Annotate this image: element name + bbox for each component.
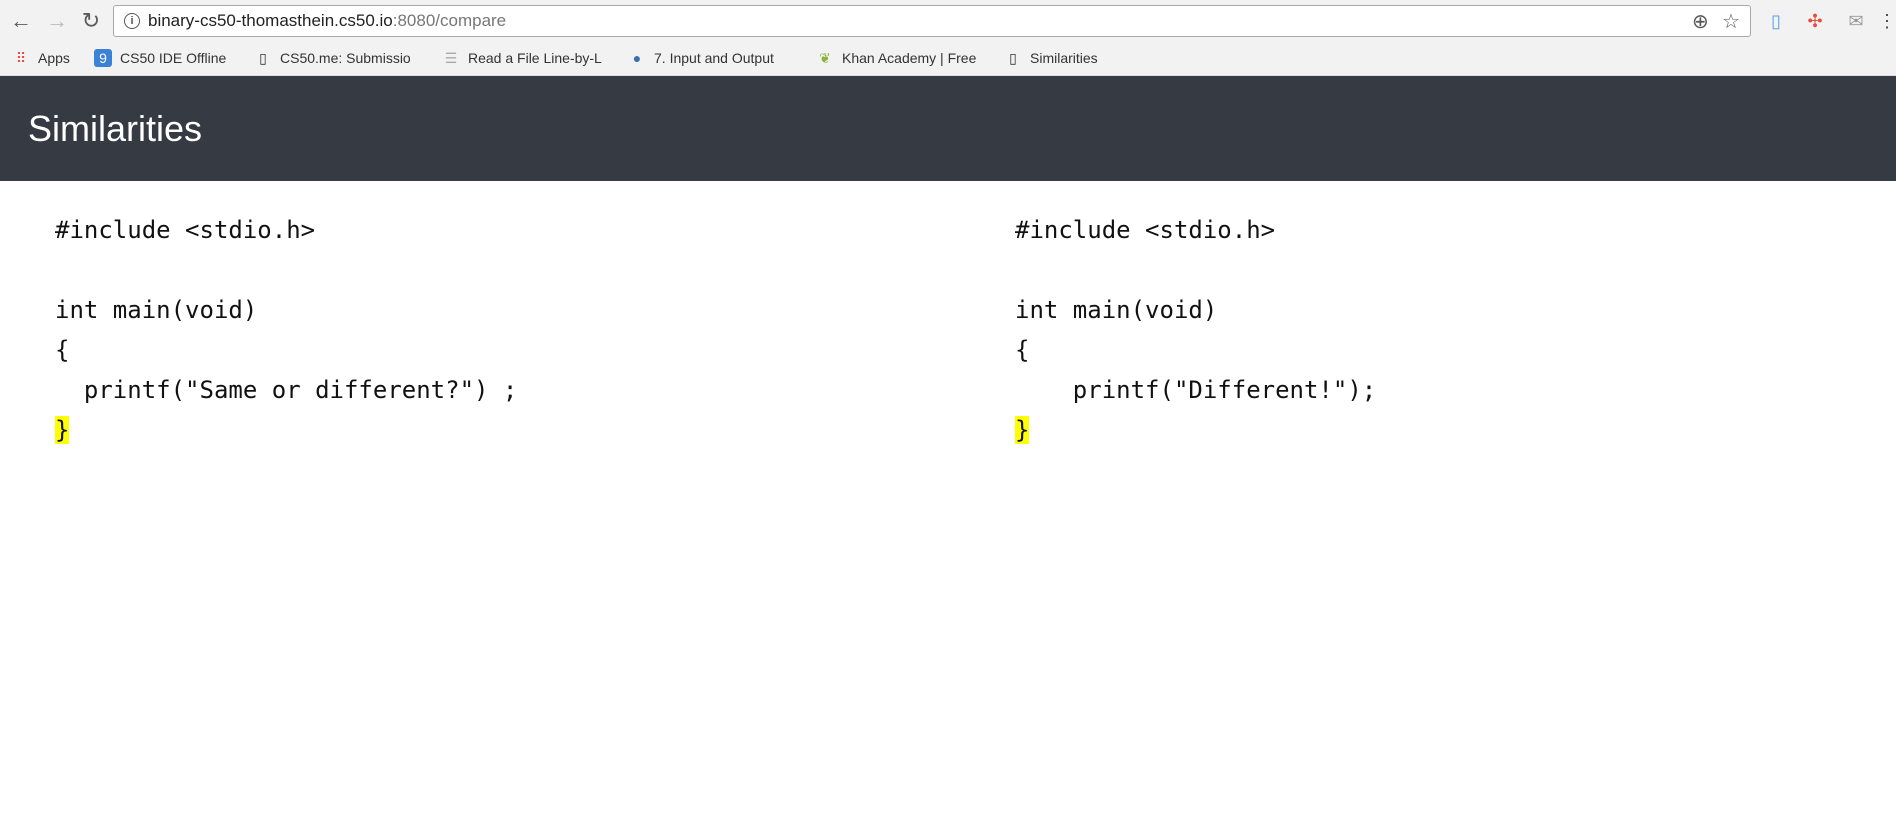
bookmark-label: Khan Academy | Free (842, 50, 977, 66)
highlighted-match: } (55, 416, 70, 444)
highlighted-match: } (1015, 416, 1030, 444)
page-icon: ▯ (1009, 50, 1017, 66)
menu-icon[interactable]: ⋮ (1876, 10, 1896, 32)
url-path: :8080/compare (392, 11, 507, 30)
bookmark-apps[interactable]: ⠿ Apps (12, 49, 70, 67)
url-text[interactable]: binary-cs50-thomasthein.cs50.io:8080/com… (148, 11, 506, 31)
code-line: { (55, 336, 70, 364)
leaf-icon: ❦ (819, 50, 831, 66)
bookmark-khan[interactable]: ❦ Khan Academy | Free (816, 49, 978, 67)
bookmark-input-output[interactable]: ● 7. Input and Output (628, 49, 786, 67)
page-title: Similarities (28, 108, 203, 149)
cs50-ide-icon: 9 (94, 49, 112, 67)
forward-icon[interactable]: → (44, 8, 70, 34)
code-line: int main(void) (55, 296, 258, 324)
bookmark-label: CS50 IDE Offline (120, 50, 227, 66)
code-line: #include <stdio.h> (55, 216, 316, 244)
code-line: ​ (55, 250, 517, 290)
bookmark-cs50-ide[interactable]: 9 CS50 IDE Offline (94, 49, 226, 67)
python-icon: ● (632, 50, 642, 66)
browser-toolbar: ← → ↻ i binary-cs50-thomasthein.cs50.io:… (0, 0, 1896, 42)
left-code-panel: #include <stdio.h> ​ int main(void) { print… (55, 210, 517, 450)
star-icon[interactable]: ☆ (1722, 9, 1740, 34)
page-header: Similarities (0, 76, 1896, 181)
bookmark-label: Apps (38, 50, 70, 66)
code-line: { (1015, 336, 1030, 364)
url-host: binary-cs50-thomasthein.cs50.io (148, 11, 393, 30)
list-icon: ☰ (444, 50, 458, 66)
bookmark-label: Read a File Line-by-L (468, 50, 602, 66)
code-line: printf("Different!"); (1015, 376, 1377, 404)
address-bar[interactable]: i binary-cs50-thomasthein.cs50.io:8080/c… (113, 5, 1751, 37)
bookmark-label: 7. Input and Output (654, 50, 774, 66)
reload-icon[interactable]: ↻ (78, 8, 104, 34)
code-line: } (55, 410, 517, 450)
code-line: printf("Same or different?") ; (55, 376, 518, 404)
info-icon[interactable]: i (124, 13, 140, 29)
page-icon: ▯ (259, 50, 267, 66)
back-icon[interactable]: ← (8, 8, 34, 34)
apps-grid-icon: ⠿ (15, 50, 27, 66)
bookmark-label: CS50.me: Submissio (280, 50, 411, 66)
code-line: #include <stdio.h> (1015, 216, 1276, 244)
code-line: ​ (1015, 250, 1376, 290)
code-line: int main(void) (1015, 296, 1218, 324)
right-code-panel: #include <stdio.h> ​ int main(void) { print… (1015, 210, 1376, 450)
inbox-extension-icon[interactable]: ✉ (1845, 10, 1867, 32)
bookmark-similarities[interactable]: ▯ Similarities (1004, 49, 1098, 67)
code-line: } (1015, 410, 1376, 450)
zoom-icon[interactable]: ⊕ (1692, 9, 1709, 34)
bookmark-cs50me[interactable]: ▯ CS50.me: Submissio (254, 49, 412, 67)
bookmarks-bar: ⠿ Apps 9 CS50 IDE Offline ▯ CS50.me: Submis… (0, 42, 1896, 76)
bookmark-read-file[interactable]: ☰ Read a File Line-by-L (442, 49, 602, 67)
cloud-doc-extension-icon[interactable]: ▯ (1765, 10, 1787, 32)
bookmark-label: Similarities (1030, 50, 1098, 66)
pinwheel-extension-icon[interactable]: ✣ (1804, 10, 1826, 32)
